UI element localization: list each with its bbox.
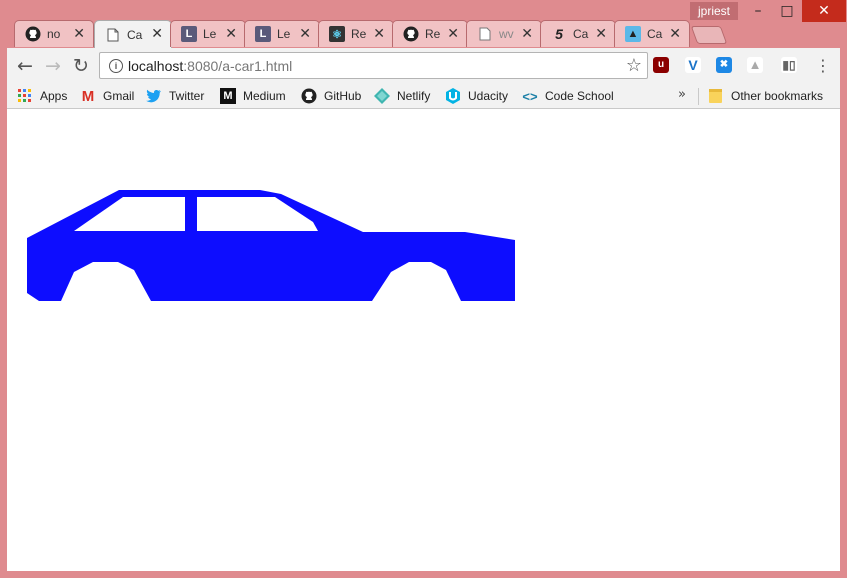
bookmark-label: Udacity [468, 89, 509, 103]
tab-0[interactable]: no ✕ [14, 20, 94, 47]
tab-close-icon[interactable]: ✕ [299, 26, 311, 42]
twitter-icon [146, 88, 162, 104]
bookmark-label: Apps [40, 89, 68, 103]
tab-3[interactable]: L Le ✕ [244, 20, 320, 47]
tab-1-active[interactable]: Ca ✕ [94, 20, 172, 48]
bookmark-medium[interactable]: M Medium [220, 87, 286, 105]
browser-toolbar: ← → ↻ i localhost:8080/a-car1.html ☆ u V… [7, 48, 840, 84]
tab-close-icon[interactable]: ✕ [447, 26, 459, 42]
html5-icon: 5 [555, 26, 563, 42]
tab-label: Le [277, 27, 291, 41]
tab-2[interactable]: L Le ✕ [170, 20, 246, 47]
page-icon [105, 27, 121, 43]
menu-dots-icon[interactable]: ⋮ [815, 56, 831, 75]
tab-close-icon[interactable]: ✕ [151, 26, 163, 42]
gmail-icon: M [81, 87, 95, 105]
github-icon [25, 26, 41, 42]
tab-close-icon[interactable]: ✕ [595, 26, 607, 42]
tab-6[interactable]: wv ✕ [466, 20, 542, 47]
url-host: localhost [128, 58, 184, 74]
medium-icon: M [220, 88, 236, 104]
car-window-rear [197, 197, 318, 231]
other-bookmarks[interactable]: Other bookmarks [708, 87, 823, 105]
tab-8[interactable]: ▲ Ca ✕ [614, 20, 690, 47]
tab-close-icon[interactable]: ✕ [669, 26, 681, 42]
codeschool-icon: <> [522, 88, 538, 104]
bookmark-netlify[interactable]: Netlify [374, 87, 430, 105]
car-drawing [27, 190, 515, 301]
page-icon [477, 26, 493, 42]
bookmark-github[interactable]: GitHub [301, 87, 361, 105]
tab-label: Ca [647, 27, 663, 41]
drive-icon[interactable]: ▲ [747, 57, 763, 73]
tab-label: Ca [127, 27, 143, 42]
bookmark-label: Code School [545, 89, 614, 103]
bookmarks-bar: Apps M Gmail Twitter M Medium GitHub Net… [7, 84, 840, 109]
title-bar: jpriest – □ ✕ no ✕ Ca ✕ L Le ✕ L Le ✕ ⚛ … [0, 0, 847, 48]
tab-close-icon[interactable]: ✕ [225, 26, 237, 42]
tab-close-icon[interactable]: ✕ [73, 26, 85, 42]
minimize-icon[interactable]: – [743, 0, 773, 22]
close-icon[interactable]: ✕ [802, 0, 846, 22]
page-content [7, 109, 840, 571]
maximize-icon[interactable]: □ [772, 0, 802, 22]
tab-5[interactable]: Re ✕ [392, 20, 468, 47]
tab-label: Ca [573, 27, 589, 41]
tab-close-icon[interactable]: ✕ [373, 26, 385, 42]
info-icon[interactable]: i [109, 59, 123, 73]
github-icon [403, 26, 419, 42]
reload-icon[interactable]: ↻ [69, 54, 93, 78]
bird-icon: ▲ [625, 26, 641, 42]
apps-grid-icon [17, 88, 33, 104]
udacity-icon [445, 88, 461, 104]
tab-label: Le [203, 27, 217, 41]
tab-label: Re [425, 27, 441, 41]
bookmarks-divider [698, 88, 699, 105]
tab-close-icon[interactable]: ✕ [521, 26, 533, 42]
bookmark-star-icon[interactable]: ☆ [626, 55, 642, 76]
bookmark-apps[interactable]: Apps [17, 87, 67, 105]
bookmark-udacity[interactable]: Udacity [445, 87, 508, 105]
lesson-icon: L [255, 26, 271, 42]
other-bookmarks-label: Other bookmarks [731, 89, 824, 103]
extension-panel-icon[interactable]: ▮▯ [781, 57, 797, 73]
netlify-icon [374, 88, 390, 104]
bookmark-twitter[interactable]: Twitter [146, 87, 204, 105]
tab-label: wv [499, 27, 514, 41]
lesson-icon: L [181, 26, 197, 42]
vue-devtools-icon[interactable]: V [685, 57, 701, 73]
react-icon: ⚛ [329, 26, 345, 42]
profile-button[interactable]: jpriest [690, 2, 738, 20]
tab-7[interactable]: 5 Ca ✕ [540, 20, 616, 47]
back-arrow-icon[interactable]: ← [13, 54, 37, 78]
browser-window: jpriest – □ ✕ no ✕ Ca ✕ L Le ✕ L Le ✕ ⚛ … [0, 0, 847, 578]
github-icon [301, 88, 317, 104]
forward-arrow-icon[interactable]: → [41, 54, 65, 78]
url-text[interactable]: localhost:8080/a-car1.html [128, 58, 292, 74]
bookmark-label: GitHub [324, 89, 362, 103]
bookmark-gmail[interactable]: M Gmail [80, 87, 135, 105]
tab-label: Re [351, 27, 367, 41]
bookmark-label: Gmail [103, 89, 135, 103]
bookmark-label: Medium [243, 89, 286, 103]
bookmark-label: Netlify [397, 89, 431, 103]
tab-strip: no ✕ Ca ✕ L Le ✕ L Le ✕ ⚛ Re ✕ Re ✕ wv ✕… [14, 20, 714, 48]
new-tab-button[interactable] [690, 26, 728, 44]
ublock-icon[interactable]: u [653, 57, 669, 73]
tab-label: no [47, 27, 61, 41]
extension-x-icon[interactable]: ✖ [716, 57, 732, 73]
tab-4[interactable]: ⚛ Re ✕ [318, 20, 394, 47]
bookmark-codeschool[interactable]: <> Code School [522, 87, 614, 105]
bookmark-label: Twitter [169, 89, 205, 103]
more-bookmarks-chevron-icon[interactable]: » [678, 87, 686, 102]
url-path: :8080/a-car1.html [183, 58, 293, 74]
address-bar[interactable]: i localhost:8080/a-car1.html ☆ [99, 52, 648, 79]
folder-icon [708, 88, 724, 104]
